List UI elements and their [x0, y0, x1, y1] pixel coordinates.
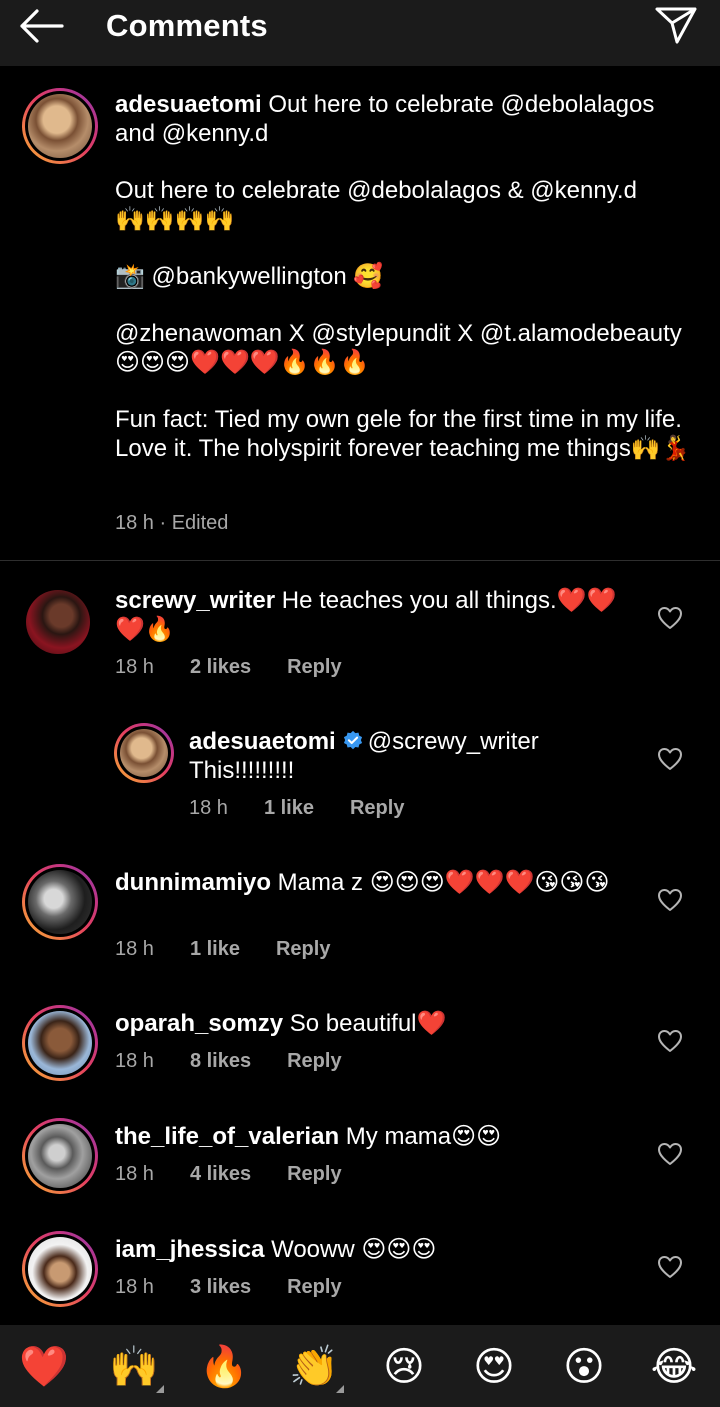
post-caption: adesuaetomi Out here to celebrate @debol…	[0, 66, 720, 560]
comment-item: iam_jhessica Wooww 😍😍😍 18 h 3 likes Repl…	[0, 1231, 720, 1325]
surprised-face-emoji-button[interactable]: 😮	[552, 1341, 616, 1393]
like-heart-icon[interactable]	[656, 746, 684, 772]
comment-body: My mama	[339, 1123, 452, 1150]
comment-body: Wooww	[264, 1236, 362, 1263]
caption-line-5: Fun fact: Tied my own gele for the first…	[115, 406, 689, 462]
reply-button[interactable]: Reply	[350, 797, 404, 820]
author-avatar[interactable]	[22, 88, 98, 164]
comment-time: 18 h	[115, 1276, 154, 1298]
caption-body: adesuaetomi Out here to celebrate @debol…	[115, 90, 700, 463]
comment-text: oparah_somzy So beautiful❤️	[115, 1009, 635, 1038]
comment-username[interactable]: iam_jhessica	[115, 1236, 264, 1263]
back-arrow-icon[interactable]	[16, 6, 68, 46]
comment-body: This!!!!!!!!!	[189, 757, 295, 784]
comment-emojis: 😍😍😍	[361, 1235, 437, 1263]
crying-face-emoji-button[interactable]: 😢	[372, 1341, 436, 1393]
skin-tone-indicator-icon	[336, 1385, 344, 1393]
comment-username[interactable]: adesuaetomi	[189, 728, 336, 755]
comment-likes[interactable]: 4 likes	[190, 1163, 251, 1186]
reply-button[interactable]: Reply	[287, 1276, 341, 1299]
comment-text: screwy_writer He teaches you all things.…	[115, 586, 635, 644]
reply-button[interactable]: Reply	[287, 656, 341, 679]
comment-body: Mama z	[271, 869, 370, 896]
verified-badge-icon	[343, 730, 362, 750]
comment-text: adesuaetomi @screwy_writer This!!!!!!!!!	[189, 727, 629, 785]
comment-emojis: 😍😍	[451, 1122, 502, 1150]
comment-meta: 18 h 1 like Reply	[115, 938, 330, 961]
emoji-quick-bar: ❤️ 🙌 🔥 👏 😢 😍 😮 😂	[0, 1325, 720, 1407]
comment-meta: 18 h 1 like Reply	[189, 797, 404, 820]
smiling-hearts-emoji: 🥰	[353, 262, 384, 290]
comment-time: 18 h	[115, 938, 154, 960]
raising-hands-emoji: 🙌🙌🙌🙌	[115, 205, 235, 233]
red-heart-emoji-button[interactable]: ❤️	[12, 1341, 76, 1393]
divider	[0, 560, 720, 561]
comment-username[interactable]: the_life_of_valerian	[115, 1123, 339, 1150]
comment-time: 18 h	[115, 656, 154, 678]
raising-hands-emoji-button[interactable]: 🙌	[102, 1341, 166, 1393]
comment-likes[interactable]: 1 like	[264, 797, 314, 820]
comment-mention[interactable]: @screwy_writer	[368, 728, 539, 755]
comment-time: 18 h	[189, 797, 228, 819]
comment-username[interactable]: screwy_writer	[115, 587, 275, 614]
comment-body: So beautiful	[283, 1010, 417, 1037]
comment-text: the_life_of_valerian My mama😍😍	[115, 1122, 635, 1151]
comment-username[interactable]: dunnimamiyo	[115, 869, 271, 896]
comment-emojis: 😍😍😍❤️❤️❤️😘😘😘	[369, 868, 610, 896]
comment-likes[interactable]: 3 likes	[190, 1276, 251, 1299]
comment-item: the_life_of_valerian My mama😍😍 18 h 4 li…	[0, 1118, 720, 1212]
comment-meta: 18 h 4 likes Reply	[115, 1163, 342, 1186]
reply-button[interactable]: Reply	[276, 938, 330, 961]
caption-line-2: Out here to celebrate @debolalagos & @ke…	[115, 177, 637, 204]
direct-send-icon[interactable]	[652, 2, 700, 46]
caption-timestamp: 18 h · Edited	[115, 512, 229, 534]
reply-author-avatar[interactable]	[114, 723, 174, 783]
comment-item: oparah_somzy So beautiful❤️ 18 h 8 likes…	[0, 1005, 720, 1099]
caption-line-5-emojis: 🙌💃	[630, 434, 691, 462]
caption-username[interactable]: adesuaetomi	[115, 91, 262, 118]
comment-time: 18 h	[115, 1050, 154, 1072]
comment-username[interactable]: oparah_somzy	[115, 1010, 283, 1037]
caption-line-4: @zhenawoman X @stylepundit X @t.alamodeb…	[115, 320, 689, 347]
reply-button[interactable]: Reply	[287, 1163, 341, 1186]
comment-likes[interactable]: 8 likes	[190, 1050, 251, 1073]
top-bar: Comments	[0, 0, 720, 66]
comment-meta: 18 h 3 likes Reply	[115, 1276, 342, 1299]
skin-tone-indicator-icon	[156, 1385, 164, 1393]
fire-emoji-button[interactable]: 🔥	[192, 1341, 256, 1393]
commenter-avatar[interactable]	[22, 864, 98, 940]
reply-button[interactable]: Reply	[287, 1050, 341, 1073]
clapping-hands-emoji: 👏	[289, 1344, 339, 1390]
comment-likes[interactable]: 1 like	[190, 938, 240, 961]
page-title: Comments	[106, 8, 268, 43]
caption-line-4-emojis: 😍😍😍❤️❤️❤️🔥🔥🔥	[115, 348, 370, 376]
heart-eyes-emoji-button[interactable]: 😍	[462, 1341, 526, 1393]
raising-hands-emoji: 🙌	[109, 1344, 159, 1390]
comment-reply-item: adesuaetomi @screwy_writer This!!!!!!!!! 1…	[0, 723, 720, 837]
comment-item: screwy_writer He teaches you all things.…	[0, 586, 720, 696]
commenter-avatar[interactable]	[22, 1231, 98, 1307]
clapping-hands-emoji-button[interactable]: 👏	[282, 1341, 346, 1393]
like-heart-icon[interactable]	[656, 605, 684, 631]
comment-text: dunnimamiyo Mama z 😍😍😍❤️❤️❤️😘😘😘	[115, 868, 635, 897]
comment-meta: 18 h 2 likes Reply	[115, 656, 342, 679]
comment-emojis: ❤️	[416, 1009, 447, 1037]
like-heart-icon[interactable]	[656, 1141, 684, 1167]
comment-text: iam_jhessica Wooww 😍😍😍	[115, 1235, 635, 1264]
like-heart-icon[interactable]	[656, 887, 684, 913]
like-heart-icon[interactable]	[656, 1254, 684, 1280]
comment-meta: 18 h 8 likes Reply	[115, 1050, 342, 1073]
comment-time: 18 h	[115, 1163, 154, 1185]
camera-flash-emoji: 📸	[115, 262, 145, 290]
comment-body: He teaches you all things.	[275, 587, 557, 614]
like-heart-icon[interactable]	[656, 1028, 684, 1054]
comment-likes[interactable]: 2 likes	[190, 656, 251, 679]
tears-of-joy-emoji-button[interactable]: 😂	[642, 1341, 706, 1393]
commenter-avatar[interactable]	[22, 1118, 98, 1194]
caption-line-3: @bankywellington	[144, 263, 354, 290]
commenter-avatar[interactable]	[26, 590, 90, 654]
comment-item: dunnimamiyo Mama z 😍😍😍❤️❤️❤️😘😘😘 18 h 1 l…	[0, 864, 720, 978]
commenter-avatar[interactable]	[22, 1005, 98, 1081]
